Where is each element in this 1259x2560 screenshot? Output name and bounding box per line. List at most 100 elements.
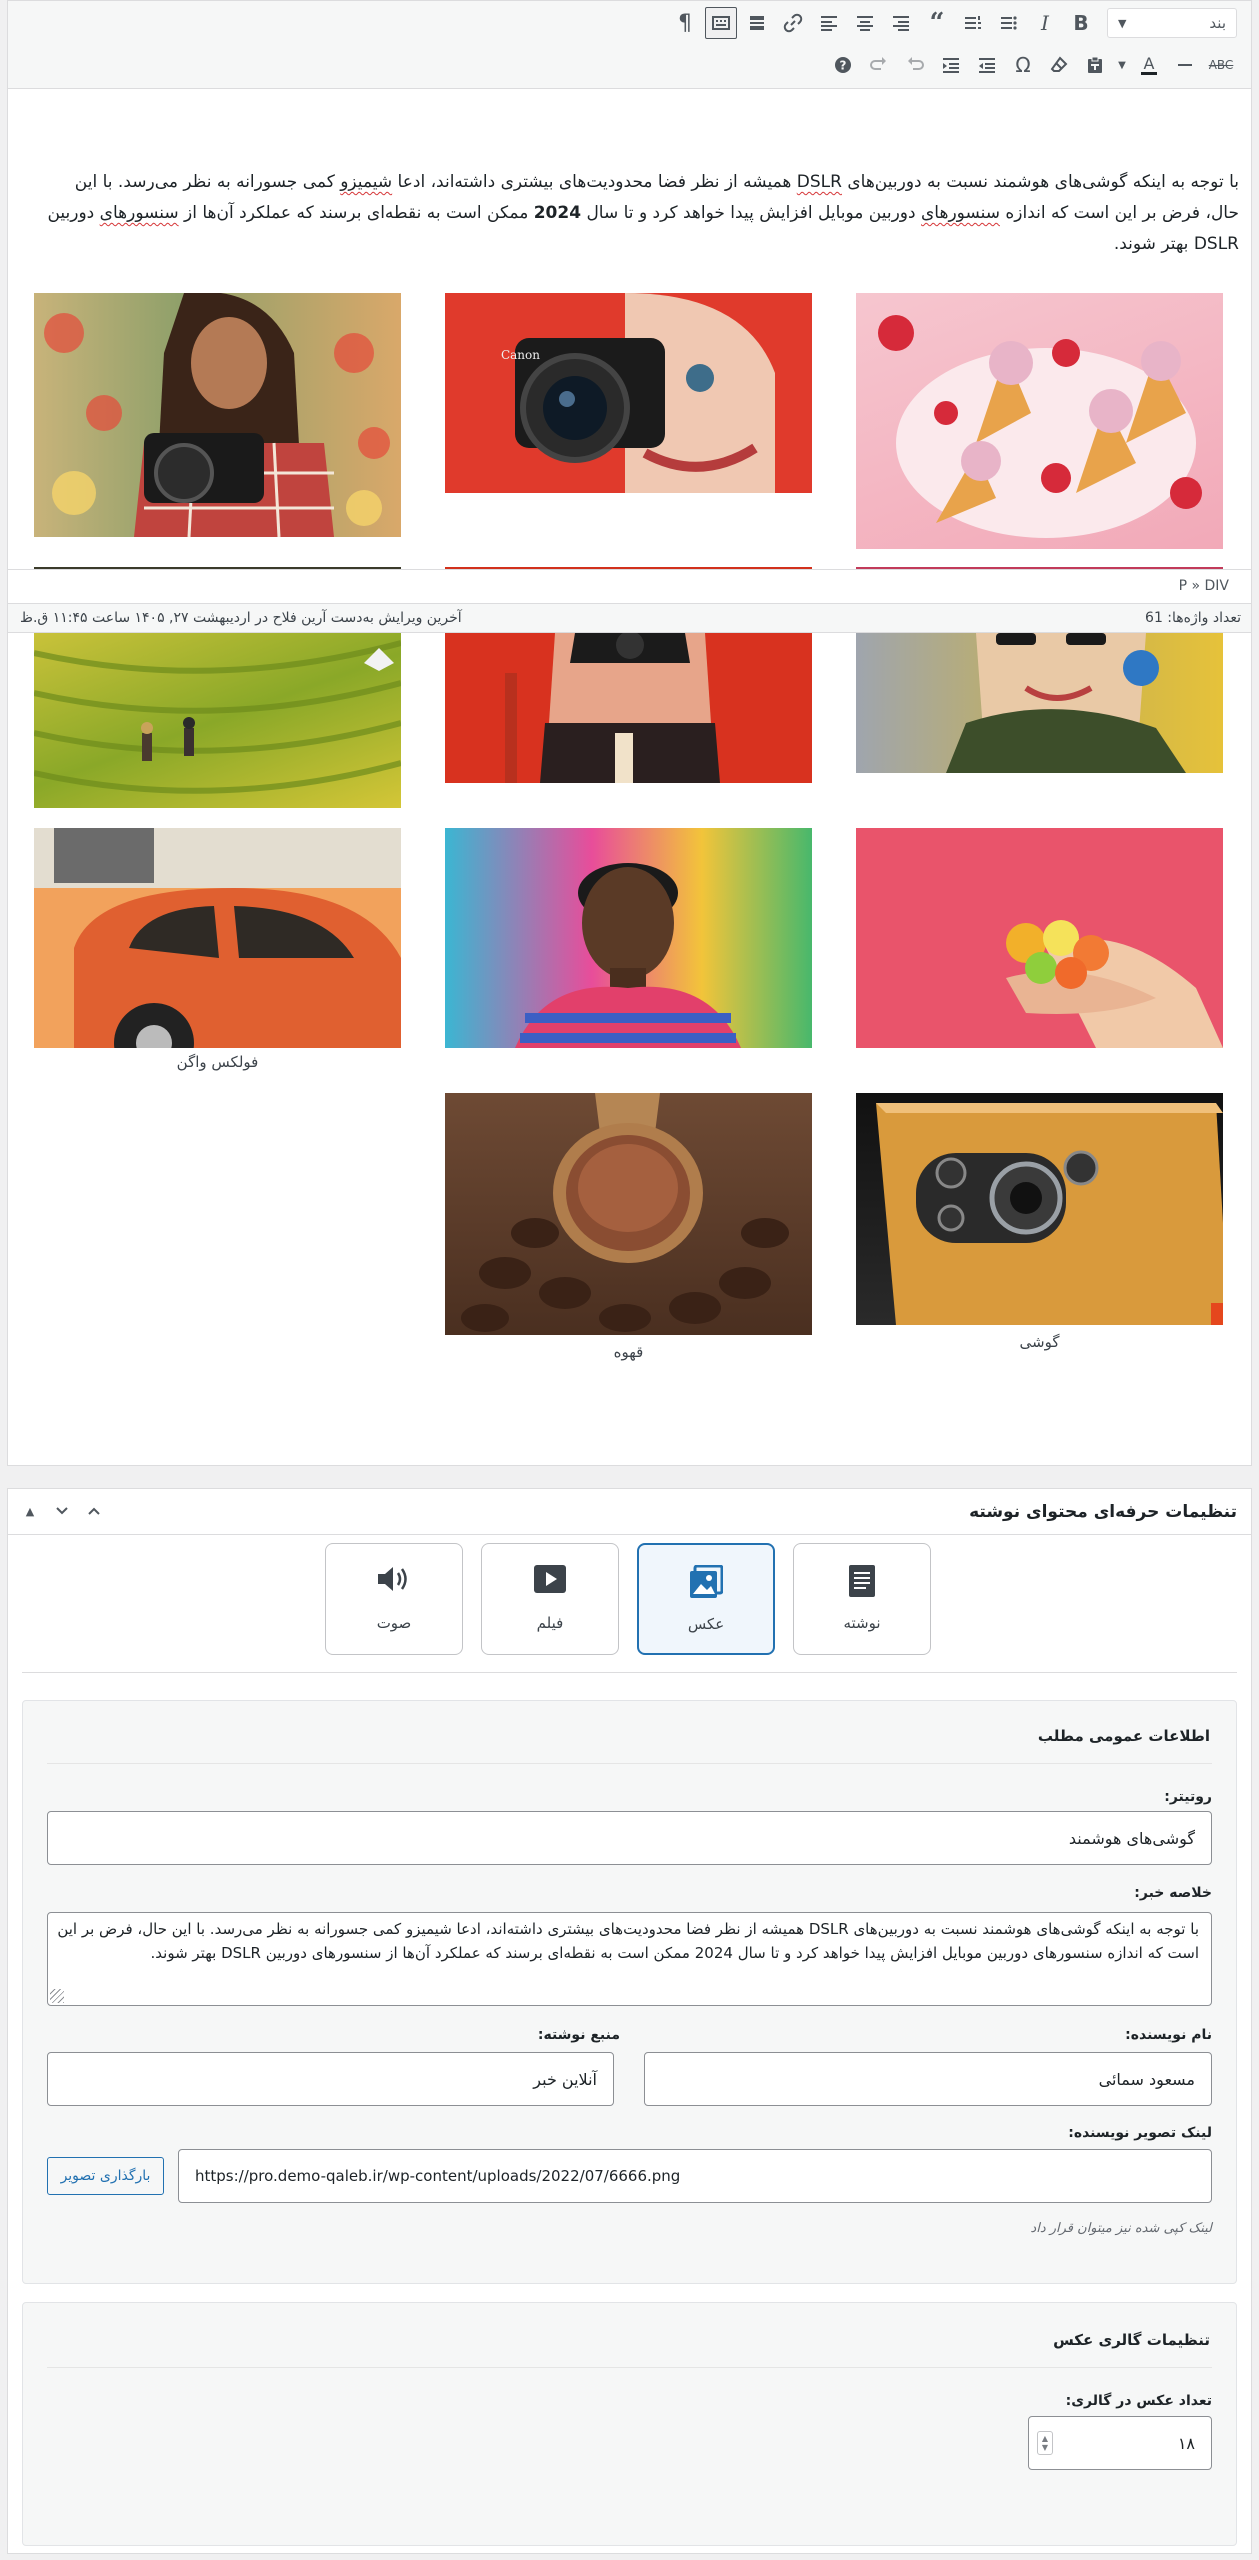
gallery-image-dessert[interactable] — [856, 293, 1223, 549]
horizontal-line-icon[interactable] — [1169, 49, 1201, 81]
summary-text: با توجه به اینکه گوشی‌های هوشمند نسبت به… — [57, 1920, 1199, 1962]
para-text: DSLR — [796, 172, 842, 192]
post-format-selector: نوشته عکس فیلم صوت — [8, 1543, 1251, 1657]
chevron-down-icon[interactable] — [50, 1499, 74, 1523]
format-label: فیلم — [536, 1614, 564, 1632]
toolbar-row-2: ABC A ▼ Ω ? — [827, 47, 1237, 83]
format-label: عکس — [687, 1615, 725, 1633]
gallery-image-candy[interactable] — [856, 828, 1223, 1048]
element-path[interactable]: P » DIV — [1179, 578, 1229, 594]
divider — [22, 1672, 1237, 1673]
last-edit: آخرین ویرایش به‌دست آرین فلاح در اردیبهش… — [20, 610, 462, 626]
gallery-image-volkswagen[interactable] — [34, 828, 401, 1048]
format-option-audio[interactable]: صوت — [325, 1543, 463, 1655]
rotitr-input[interactable]: گوشی‌های هوشمند — [47, 1811, 1212, 1865]
gallery-image-phone[interactable] — [856, 1093, 1223, 1325]
paste-as-text-icon[interactable] — [1079, 49, 1111, 81]
bold-icon[interactable]: B — [1065, 7, 1097, 39]
toolbar-toggle-icon[interactable] — [705, 7, 737, 39]
gallery-image-camera-woman[interactable]: Canon — [445, 293, 812, 493]
para-text: شیمیزو — [340, 172, 393, 192]
outdent-icon[interactable] — [971, 49, 1003, 81]
gallery-count-input[interactable]: ۱۸ ▲ ▼ — [1028, 2416, 1212, 2470]
gallery-image-graffiti-man[interactable] — [445, 828, 812, 1048]
paragraph-mark-icon[interactable]: ¶ — [669, 7, 701, 39]
content-paragraph: با توجه به اینکه گوشی‌های هوشمند نسبت به… — [46, 167, 1239, 260]
indent-icon[interactable] — [935, 49, 967, 81]
toolbar-row-1: بند ▼ B I “ ¶ — [669, 5, 1237, 41]
clear-formatting-icon[interactable] — [1043, 49, 1075, 81]
align-left-icon[interactable] — [813, 7, 845, 39]
special-character-icon[interactable]: Ω — [1007, 49, 1039, 81]
format-label: نوشته — [843, 1614, 881, 1632]
editor-statusbar: P » DIV — [8, 569, 1251, 605]
field-label: تعداد عکس در گالری: — [1065, 2393, 1212, 2409]
read-more-icon[interactable] — [741, 7, 773, 39]
redo-icon[interactable] — [863, 49, 895, 81]
help-icon[interactable]: ? — [827, 49, 859, 81]
field-label: لینک تصویر نویسنده: — [1068, 2125, 1212, 2141]
gallery-image-headphones[interactable] — [856, 633, 1223, 773]
para-text: با توجه به اینکه گوشی‌های هوشمند نسبت به… — [841, 172, 1239, 192]
audio-icon — [378, 1567, 407, 1591]
undo-icon[interactable] — [899, 49, 931, 81]
caption-phone: گوشی — [1019, 1333, 1060, 1351]
general-info-panel: اطلاعات عمومی مطلب روتیتر: گوشی‌های هوشم… — [22, 1700, 1237, 2284]
summary-textarea[interactable]: با توجه به اینکه گوشی‌های هوشمند نسبت به… — [47, 1912, 1212, 2006]
caption-volkswagen: فولکس واگن — [176, 1053, 259, 1071]
section-title: تنظیمات گالری عکس — [1053, 2331, 1210, 2349]
align-right-icon[interactable] — [885, 7, 917, 39]
chevron-up-icon[interactable] — [82, 1499, 106, 1523]
para-text: ممکن است به نقطه‌ای برسند که عملکرد آن‌ه… — [178, 203, 534, 223]
author-image-url: https://pro.demo-qaleb.ir/wp-content/upl… — [195, 2167, 681, 2185]
para-text: دوربین موبایل افزایش پیدا خواهد کرد و تا… — [581, 203, 921, 223]
section-title: اطلاعات عمومی مطلب — [1037, 1727, 1210, 1745]
numbered-list-icon[interactable] — [957, 7, 989, 39]
metabox-header: تنظیمات حرفه‌ای محتوای نوشته ▲ — [8, 1489, 1251, 1535]
chevron-down-icon: ▼ — [1118, 16, 1127, 30]
gallery-image-market-camera[interactable] — [34, 293, 401, 537]
format-option-video[interactable]: فیلم — [481, 1543, 619, 1655]
link-icon[interactable] — [777, 7, 809, 39]
para-text: سنسورهای — [921, 203, 1000, 223]
resize-handle-icon[interactable] — [50, 1989, 64, 2003]
format-option-image[interactable]: عکس — [637, 1543, 775, 1655]
format-select[interactable]: بند ▼ — [1107, 8, 1237, 38]
field-label: روتیتر: — [1164, 1789, 1212, 1805]
metabox-title: تنظیمات حرفه‌ای محتوای نوشته — [969, 1502, 1237, 1522]
author-input[interactable]: مسعود سمائی — [644, 2052, 1212, 2106]
field-label: خلاصه خبر: — [1134, 1885, 1212, 1901]
classic-editor: بند ▼ B I “ ¶ ABC A ▼ Ω ? با توجه به این… — [7, 0, 1252, 1466]
svg-text:?: ? — [840, 59, 847, 73]
source-input[interactable]: آنلاین خبر — [47, 2052, 614, 2106]
format-option-post[interactable]: نوشته — [793, 1543, 931, 1655]
gallery-image-redwall[interactable] — [445, 633, 812, 783]
gallery-count-value: ۱۸ — [1177, 2433, 1195, 2453]
editor-toolbar: بند ▼ B I “ ¶ ABC A ▼ Ω ? — [8, 1, 1251, 89]
upload-image-button[interactable]: بارگذاری تصویر — [47, 2157, 164, 2195]
metabox-controls: ▲ — [18, 1499, 106, 1523]
caption-coffee: قهوه — [613, 1343, 644, 1361]
para-text: همیشه از نظر فضا محدودیت‌های بیشتری داشت… — [392, 172, 797, 192]
chevron-down-icon[interactable]: ▼ — [1115, 49, 1129, 81]
format-select-value: بند — [1209, 14, 1226, 32]
word-count: تعداد واژه‌ها: 61 — [1145, 610, 1241, 626]
bullet-list-icon[interactable] — [993, 7, 1025, 39]
field-label: منبع نوشته: — [537, 2027, 620, 2043]
editor-content-lower[interactable]: فولکس واگن گوشی قهوه — [8, 633, 1251, 1467]
number-stepper-icon[interactable]: ▲ ▼ — [1037, 2431, 1053, 2455]
gallery-image-coffee[interactable] — [445, 1093, 812, 1335]
strikethrough-icon[interactable]: ABC — [1205, 49, 1237, 81]
gallery-image-ricefield[interactable] — [34, 633, 401, 808]
editor-content[interactable]: با توجه به اینکه گوشی‌های هوشمند نسبت به… — [8, 89, 1251, 569]
italic-icon[interactable]: I — [1029, 7, 1061, 39]
format-label: صوت — [376, 1614, 412, 1632]
para-text: سنسورهای — [99, 203, 179, 223]
divider — [47, 1763, 1212, 1764]
blockquote-icon[interactable]: “ — [921, 7, 953, 39]
triangle-up-icon[interactable]: ▲ — [18, 1499, 42, 1523]
align-center-icon[interactable] — [849, 7, 881, 39]
author-image-url-input[interactable]: https://pro.demo-qaleb.ir/wp-content/upl… — [178, 2149, 1212, 2203]
text-color-icon[interactable]: A — [1133, 49, 1165, 81]
post-format-metabox: تنظیمات حرفه‌ای محتوای نوشته ▲ نوشته عکس… — [7, 1488, 1252, 2554]
